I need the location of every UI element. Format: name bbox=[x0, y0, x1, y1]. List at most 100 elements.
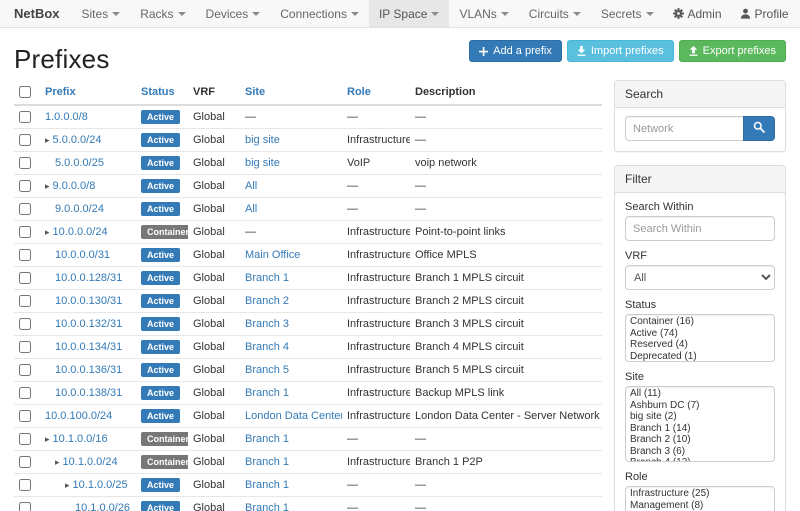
brand-logo[interactable]: NetBox bbox=[0, 0, 72, 27]
row-checkbox[interactable] bbox=[19, 387, 31, 399]
site-link[interactable]: Branch 1 bbox=[245, 456, 289, 468]
site-link[interactable]: Branch 5 bbox=[245, 364, 289, 376]
prefix-link[interactable]: 10.1.0.0/24 bbox=[63, 456, 118, 468]
prefix-link[interactable]: 9.0.0.0/24 bbox=[55, 203, 104, 215]
site-link[interactable]: big site bbox=[245, 157, 280, 169]
listbox-option[interactable]: All (11) bbox=[626, 388, 774, 400]
search-input[interactable] bbox=[625, 116, 743, 141]
column-header-role[interactable]: Role bbox=[347, 86, 371, 98]
status-filter-listbox[interactable]: Container (16)Active (74)Reserved (4)Dep… bbox=[625, 314, 775, 362]
table-row: 1.0.0.0/8ActiveGlobal——— bbox=[14, 105, 602, 129]
nav-item-circuits[interactable]: Circuits bbox=[519, 0, 591, 27]
description-cell: Point-to-point links bbox=[410, 221, 602, 244]
add-prefix-button[interactable]: Add a prefix bbox=[469, 40, 562, 62]
site-link[interactable]: Branch 1 bbox=[245, 502, 289, 511]
row-checkbox[interactable] bbox=[19, 341, 31, 353]
row-checkbox[interactable] bbox=[19, 410, 31, 422]
listbox-option[interactable]: Branch 2 (10) bbox=[626, 434, 774, 446]
listbox-option[interactable]: Ashburn DC (7) bbox=[626, 400, 774, 412]
site-link[interactable]: London Data Center bbox=[245, 410, 342, 422]
row-checkbox[interactable] bbox=[19, 295, 31, 307]
site-link[interactable]: All bbox=[245, 180, 257, 192]
listbox-option[interactable]: Container (16) bbox=[626, 316, 774, 328]
nav-item-sites[interactable]: Sites bbox=[72, 0, 131, 27]
expand-arrow-icon[interactable]: ▸ bbox=[45, 434, 50, 444]
site-filter-listbox[interactable]: All (11)Ashburn DC (7)big site (2)Branch… bbox=[625, 386, 775, 462]
prefix-link[interactable]: 10.0.0.138/31 bbox=[55, 387, 122, 399]
listbox-option[interactable]: Management (8) bbox=[626, 500, 774, 511]
prefix-link[interactable]: 10.0.0.130/31 bbox=[55, 295, 122, 307]
listbox-option[interactable]: Branch 1 (14) bbox=[626, 423, 774, 435]
prefix-link[interactable]: 10.0.0.132/31 bbox=[55, 318, 122, 330]
select-all-checkbox[interactable] bbox=[19, 86, 31, 98]
row-checkbox[interactable] bbox=[19, 502, 31, 511]
nav-item-vlans[interactable]: VLANs bbox=[449, 0, 518, 27]
row-checkbox[interactable] bbox=[19, 157, 31, 169]
listbox-option[interactable]: Reserved (4) bbox=[626, 339, 774, 351]
prefix-link[interactable]: 10.0.0.134/31 bbox=[55, 341, 122, 353]
site-link[interactable]: Branch 1 bbox=[245, 272, 289, 284]
site-link[interactable]: Main Office bbox=[245, 249, 300, 261]
site-link[interactable]: Branch 3 bbox=[245, 318, 289, 330]
listbox-option[interactable]: Infrastructure (25) bbox=[626, 488, 774, 500]
row-checkbox[interactable] bbox=[19, 318, 31, 330]
column-header-site[interactable]: Site bbox=[245, 86, 265, 98]
admin-link[interactable]: Admin bbox=[664, 0, 731, 27]
row-checkbox[interactable] bbox=[19, 249, 31, 261]
search-within-input[interactable] bbox=[625, 216, 775, 241]
export-prefixes-button[interactable]: Export prefixes bbox=[679, 40, 786, 62]
import-prefixes-button[interactable]: Import prefixes bbox=[567, 40, 674, 62]
listbox-option[interactable]: Active (74) bbox=[626, 328, 774, 340]
row-checkbox[interactable] bbox=[19, 479, 31, 491]
site-link[interactable]: Branch 4 bbox=[245, 341, 289, 353]
nav-item-ip-space[interactable]: IP Space bbox=[369, 0, 449, 27]
listbox-option[interactable]: Deprecated (1) bbox=[626, 351, 774, 363]
listbox-option[interactable]: Branch 3 (6) bbox=[626, 446, 774, 458]
site-link[interactable]: big site bbox=[245, 134, 280, 146]
search-button[interactable] bbox=[743, 116, 775, 141]
prefix-link[interactable]: 10.1.0.0/26 bbox=[75, 502, 130, 511]
prefix-link[interactable]: 10.0.0.128/31 bbox=[55, 272, 122, 284]
row-checkbox[interactable] bbox=[19, 134, 31, 146]
prefix-link[interactable]: 10.1.0.0/16 bbox=[53, 433, 108, 445]
column-header-status[interactable]: Status bbox=[141, 86, 175, 98]
nav-item-connections[interactable]: Connections bbox=[270, 0, 369, 27]
row-checkbox[interactable] bbox=[19, 456, 31, 468]
row-checkbox[interactable] bbox=[19, 203, 31, 215]
site-link[interactable]: Branch 1 bbox=[245, 433, 289, 445]
expand-arrow-icon[interactable]: ▸ bbox=[65, 480, 70, 490]
row-checkbox[interactable] bbox=[19, 180, 31, 192]
profile-link[interactable]: Profile bbox=[731, 0, 798, 27]
listbox-option[interactable]: Branch 4 (12) bbox=[626, 457, 774, 462]
prefix-link[interactable]: 10.0.0.0/24 bbox=[53, 226, 108, 238]
prefix-link[interactable]: 5.0.0.0/25 bbox=[55, 157, 104, 169]
site-link[interactable]: Branch 1 bbox=[245, 387, 289, 399]
column-header-prefix[interactable]: Prefix bbox=[45, 86, 76, 98]
role-filter-listbox[interactable]: Infrastructure (25)Management (8)Private… bbox=[625, 486, 775, 511]
expand-arrow-icon[interactable]: ▸ bbox=[45, 135, 50, 145]
prefix-link[interactable]: 10.1.0.0/25 bbox=[73, 479, 128, 491]
prefix-link[interactable]: 10.0.100.0/24 bbox=[45, 410, 112, 422]
expand-arrow-icon[interactable]: ▸ bbox=[55, 457, 60, 467]
prefix-link[interactable]: 9.0.0.0/8 bbox=[53, 180, 96, 192]
prefix-link[interactable]: 5.0.0.0/24 bbox=[53, 134, 102, 146]
row-checkbox[interactable] bbox=[19, 272, 31, 284]
prefix-link[interactable]: 10.0.0.0/31 bbox=[55, 249, 110, 261]
nav-item-racks[interactable]: Racks bbox=[130, 0, 195, 27]
vrf-select[interactable]: All bbox=[625, 265, 775, 290]
nav-item-secrets[interactable]: Secrets bbox=[591, 0, 664, 27]
site-link[interactable]: All bbox=[245, 203, 257, 215]
row-checkbox[interactable] bbox=[19, 364, 31, 376]
site-link[interactable]: Branch 1 bbox=[245, 479, 289, 491]
expand-arrow-icon[interactable]: ▸ bbox=[45, 181, 50, 191]
nav-item-devices[interactable]: Devices bbox=[196, 0, 271, 27]
expand-arrow-icon[interactable]: ▸ bbox=[45, 227, 50, 237]
listbox-option[interactable]: big site (2) bbox=[626, 411, 774, 423]
row-checkbox[interactable] bbox=[19, 226, 31, 238]
prefix-link[interactable]: 10.0.0.136/31 bbox=[55, 364, 122, 376]
vrf-cell: Global bbox=[188, 428, 240, 451]
row-checkbox[interactable] bbox=[19, 111, 31, 123]
prefix-link[interactable]: 1.0.0.0/8 bbox=[45, 111, 88, 123]
site-link[interactable]: Branch 2 bbox=[245, 295, 289, 307]
row-checkbox[interactable] bbox=[19, 433, 31, 445]
